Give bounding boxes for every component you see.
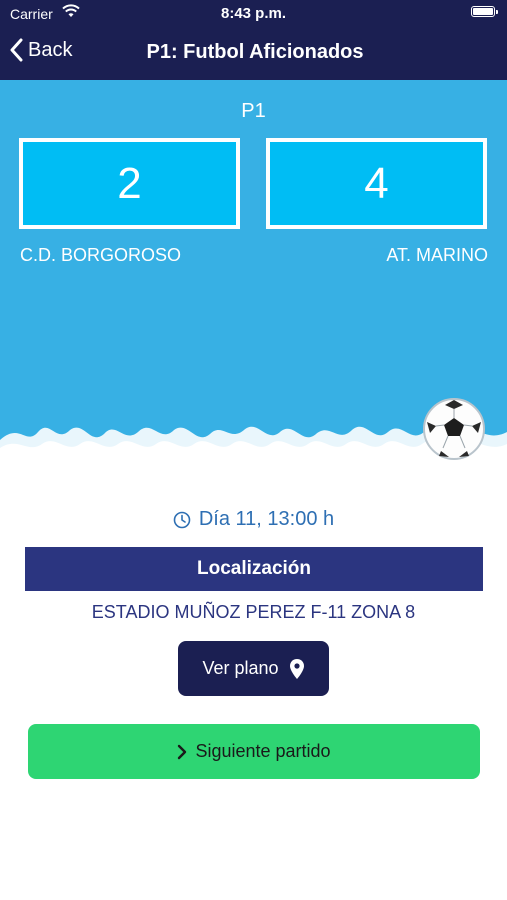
- away-team-name: AT. MARINO: [386, 245, 488, 265]
- next-match-label: Siguiente partido: [195, 741, 331, 761]
- home-team-name: C.D. BORGOROSO: [20, 245, 182, 265]
- venue-name: ESTADIO MUÑOZ PEREZ F-11 ZONA 8: [91, 602, 416, 622]
- period-label: P1: [241, 100, 266, 122]
- away-score: 4: [266, 138, 487, 229]
- battery-icon: [471, 6, 498, 17]
- view-map-button[interactable]: Ver plano: [178, 641, 329, 696]
- chevron-right-icon: [178, 744, 187, 759]
- status-time: 8:43 p.m.: [220, 5, 287, 22]
- next-match-button[interactable]: Siguiente partido: [28, 724, 480, 779]
- page-title: P1: Futbol Aficionados: [146, 41, 364, 63]
- clock-icon: [173, 511, 191, 528]
- map-pin-icon: [289, 658, 304, 679]
- navigation-header: Carrier 8:43 p.m. Back P1: Futbol Aficio…: [0, 0, 507, 80]
- home-score: 2: [19, 138, 240, 229]
- location-header: Localización: [25, 547, 483, 591]
- match-datetime: Día 11, 13:00 h: [0, 508, 507, 531]
- view-map-label: Ver plano: [202, 658, 279, 678]
- datetime-text: Día 11, 13:00 h: [198, 508, 335, 530]
- soccer-ball-icon: [423, 398, 485, 460]
